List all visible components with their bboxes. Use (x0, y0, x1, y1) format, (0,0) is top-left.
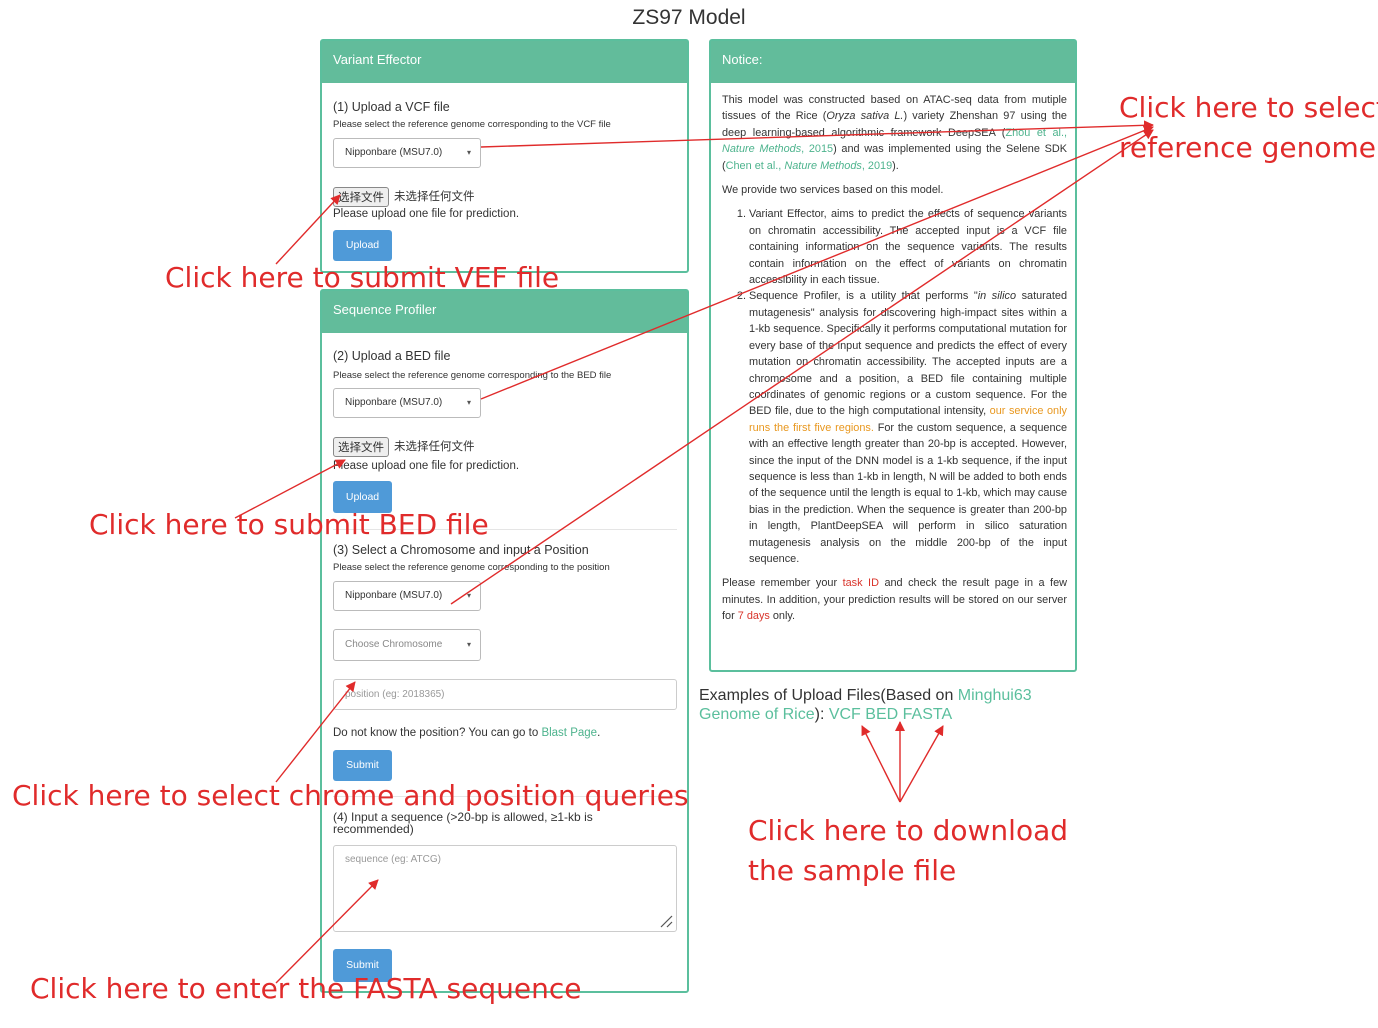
sequence-step-label: (4) Input a sequence (>20-bp is allowed,… (333, 810, 593, 836)
vcf-choose-file-button[interactable]: 选择文件 (333, 187, 389, 207)
chevron-down-icon: ▾ (466, 640, 471, 649)
position-genome-select[interactable]: Nipponbare (MSU7.0) ▾ (333, 581, 481, 611)
bed-step-label: (2) Upload a BED file (333, 349, 451, 363)
vcf-genome-select[interactable]: Nipponbare (MSU7.0) ▾ (333, 138, 481, 168)
blast-hint: Do not know the position? You can go to … (333, 727, 600, 739)
annotation-select-genome-1: Click here to select (1119, 91, 1378, 124)
position-select-hint: Please select the reference genome corre… (333, 562, 610, 573)
variant-effector-panel: Variant Effector (1) Upload a VCF file P… (320, 39, 689, 273)
bed-choose-file-button[interactable]: 选择文件 (333, 437, 389, 457)
annotation-download-1: Click here to download (748, 814, 1069, 847)
chevron-down-icon: ▾ (466, 398, 471, 407)
page-title: ZS97 Model (632, 6, 746, 29)
bed-upload-hint: Please upload one file for prediction. (333, 460, 520, 472)
bed-example-link[interactable]: BED (865, 706, 898, 723)
bed-genome-select[interactable]: Nipponbare (MSU7.0) ▾ (333, 388, 481, 418)
notice-panel: Notice: This model was constructed based… (709, 39, 1077, 672)
task-id-highlight: task ID (842, 577, 879, 590)
services-list: Variant Effector, aims to predict the ef… (722, 206, 1067, 567)
vcf-upload-hint: Please upload one file for prediction. (333, 208, 520, 220)
examples-prefix: Examples of Upload Files(Based on (699, 687, 958, 704)
blast-hint-suffix: . (597, 727, 601, 739)
chevron-down-icon: ▾ (466, 591, 471, 600)
blast-hint-text: Do not know the position? You can go to (333, 727, 542, 739)
bed-file-status: 未选择任何文件 (394, 439, 475, 453)
vcf-step-label: (1) Upload a VCF file (333, 100, 450, 114)
annotation-submit-bed: Click here to submit BED file (89, 508, 489, 541)
examples-middle: ): (814, 706, 829, 723)
notice-body: This model was constructed based on ATAC… (722, 92, 1067, 633)
sequence-textarea[interactable]: sequence (eg: ATCG) (333, 845, 677, 932)
services-intro: We provide two services based on this mo… (722, 184, 944, 197)
service-item-sequence-profiler: Sequence Profiler, is a utility that per… (749, 288, 1067, 567)
position-genome-select-value: Nipponbare (MSU7.0) (345, 590, 443, 601)
vcf-file-status: 未选择任何文件 (394, 189, 475, 203)
notice-intro: This model was constructed based on ATAC… (722, 94, 1067, 172)
blast-page-link[interactable]: Blast Page (541, 727, 597, 739)
position-input-placeholder: position (eg: 2018365) (345, 689, 445, 700)
sequence-profiler-header: Sequence Profiler (322, 291, 687, 333)
resize-handle-icon[interactable] (659, 914, 673, 928)
fasta-example-link[interactable]: FASTA (903, 706, 953, 723)
chevron-down-icon: ▾ (466, 148, 471, 157)
annotation-chrom-position: Click here to select chrome and position… (12, 779, 689, 812)
annotation-select-genome-2: reference genome (1119, 131, 1376, 164)
position-input[interactable]: position (eg: 2018365) (333, 679, 677, 710)
position-step-label: (3) Select a Chromosome and input a Posi… (333, 543, 589, 557)
variant-effector-header: Variant Effector (322, 41, 687, 83)
bed-genome-select-value: Nipponbare (MSU7.0) (345, 397, 443, 408)
days-highlight: 7 days (737, 610, 770, 623)
service-item-variant-effector: Variant Effector, aims to predict the ef… (749, 206, 1067, 288)
chen-citation-link[interactable]: Chen et al., Nature Methods, 2019 (726, 160, 893, 172)
vcf-genome-select-value: Nipponbare (MSU7.0) (345, 147, 443, 158)
annotation-download-2: the sample file (748, 854, 957, 887)
notice-closing: Please remember your task ID and check t… (722, 577, 1067, 623)
annotation-submit-vef: Click here to submit VEF file (165, 261, 560, 294)
chromosome-select-placeholder: Choose Chromosome (345, 639, 443, 650)
chromosome-select[interactable]: Choose Chromosome ▾ (333, 629, 481, 661)
bed-select-hint: Please select the reference genome corre… (333, 370, 612, 381)
sequence-textarea-placeholder: sequence (eg: ATCG) (345, 854, 441, 865)
vcf-upload-button[interactable]: Upload (333, 230, 392, 261)
vcf-example-link[interactable]: VCF (829, 706, 861, 723)
sequence-profiler-panel: Sequence Profiler (2) Upload a BED file … (320, 289, 689, 993)
vcf-select-hint: Please select the reference genome corre… (333, 119, 611, 130)
notice-header: Notice: (711, 41, 1075, 83)
examples-line: Examples of Upload Files(Based on Minghu… (699, 686, 1079, 724)
annotation-fasta: Click here to enter the FASTA sequence (30, 972, 582, 1005)
position-submit-button[interactable]: Submit (333, 750, 392, 781)
